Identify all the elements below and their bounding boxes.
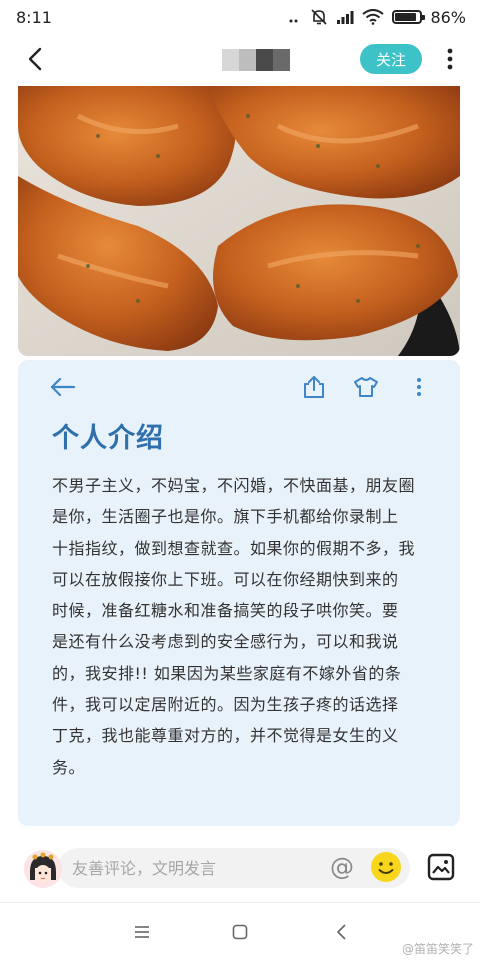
emoji-icon (371, 852, 401, 882)
share-icon (304, 376, 324, 398)
avatar[interactable] (24, 850, 62, 888)
card-more-button[interactable] (404, 372, 434, 402)
body-line: 务。 (52, 757, 86, 777)
body-line: 是还有什么没考虑到的安全感行为，可以和我说 (52, 632, 399, 652)
mute-bell-icon (311, 9, 328, 25)
more-vertical-icon (447, 48, 453, 70)
body-line: 不男子主义，不妈宝，不闪婚，不快面基，朋友圈 (52, 476, 416, 495)
watermark: @笛笛笑笑了 (401, 942, 474, 956)
image-icon (427, 853, 455, 881)
follow-button[interactable]: 关注 (360, 44, 422, 74)
tshirt-icon (354, 377, 378, 397)
share-button[interactable] (299, 372, 329, 402)
card-back-button[interactable] (48, 372, 78, 402)
back-triangle-icon (337, 924, 346, 940)
card-toolbar (18, 372, 460, 402)
home-square-icon (232, 924, 248, 940)
body-line: 的，我安排!! 如果因为某些家庭有不嫁外省的条 (52, 663, 402, 683)
post-photo[interactable] (18, 86, 460, 356)
image-upload-button[interactable] (426, 852, 456, 882)
card-title: 个人介绍 (52, 423, 164, 454)
home-button[interactable] (226, 918, 254, 946)
divider (0, 902, 480, 903)
comment-input[interactable] (58, 848, 410, 888)
author-name-redacted[interactable] (222, 49, 290, 71)
dots-indicator-icon (289, 19, 298, 23)
status-time: 8:11 (16, 7, 52, 27)
body-line: 丁克，我也能尊重对方的，并不觉得是女生的义 (52, 726, 399, 746)
mention-button[interactable]: @ (327, 852, 357, 882)
card-body: 不男子主义，不妈宝，不闪婚，不快面基，朋友圈 是你，生活圈子也是你。旗下手机都给… (52, 470, 430, 783)
body-line: 件，我可以定居附近的。因为生孩子疼的话选择 (52, 695, 399, 715)
more-options-button[interactable] (438, 44, 462, 74)
signal-icon (337, 11, 354, 24)
system-back-button[interactable] (327, 918, 355, 946)
more-vertical-icon (417, 378, 421, 396)
status-icons: 86% (288, 8, 466, 27)
chevron-left-icon (28, 47, 42, 71)
status-bar: 8:11 86% (0, 0, 480, 34)
chicken-wings-image (18, 86, 460, 356)
back-button[interactable] (20, 44, 50, 74)
intro-card: 个人介绍 不男子主义，不妈宝，不闪婚，不快面基，朋友圈 是你，生活圈子也是你。旗… (18, 360, 460, 826)
battery-icon (392, 10, 426, 24)
cartoon-girl-avatar-icon (24, 850, 62, 888)
back-arrow-icon (50, 378, 76, 396)
emoji-button[interactable] (370, 851, 402, 883)
battery-percent: 86% (430, 7, 466, 27)
theme-button[interactable] (351, 372, 381, 402)
recent-apps-button[interactable] (128, 918, 156, 946)
system-nav-bar: @笛笛笑笑了 (0, 912, 480, 956)
menu-icon (135, 926, 149, 938)
body-line: 是你，生活圈子也是你。旗下手机都给你录制上 (52, 507, 399, 527)
nav-bar: 关注 (0, 36, 480, 82)
wifi-icon (362, 9, 385, 25)
body-line: 时候，准备红糖水和准备搞笑的段子哄你笑。要 (52, 601, 399, 621)
comment-bar: @ (0, 838, 480, 898)
body-line: 十指指纹，做到想查就查。如果你的假期不多，我 (52, 538, 416, 558)
body-line: 可以在放假接你上下班。可以在你经期快到来的 (52, 569, 399, 589)
